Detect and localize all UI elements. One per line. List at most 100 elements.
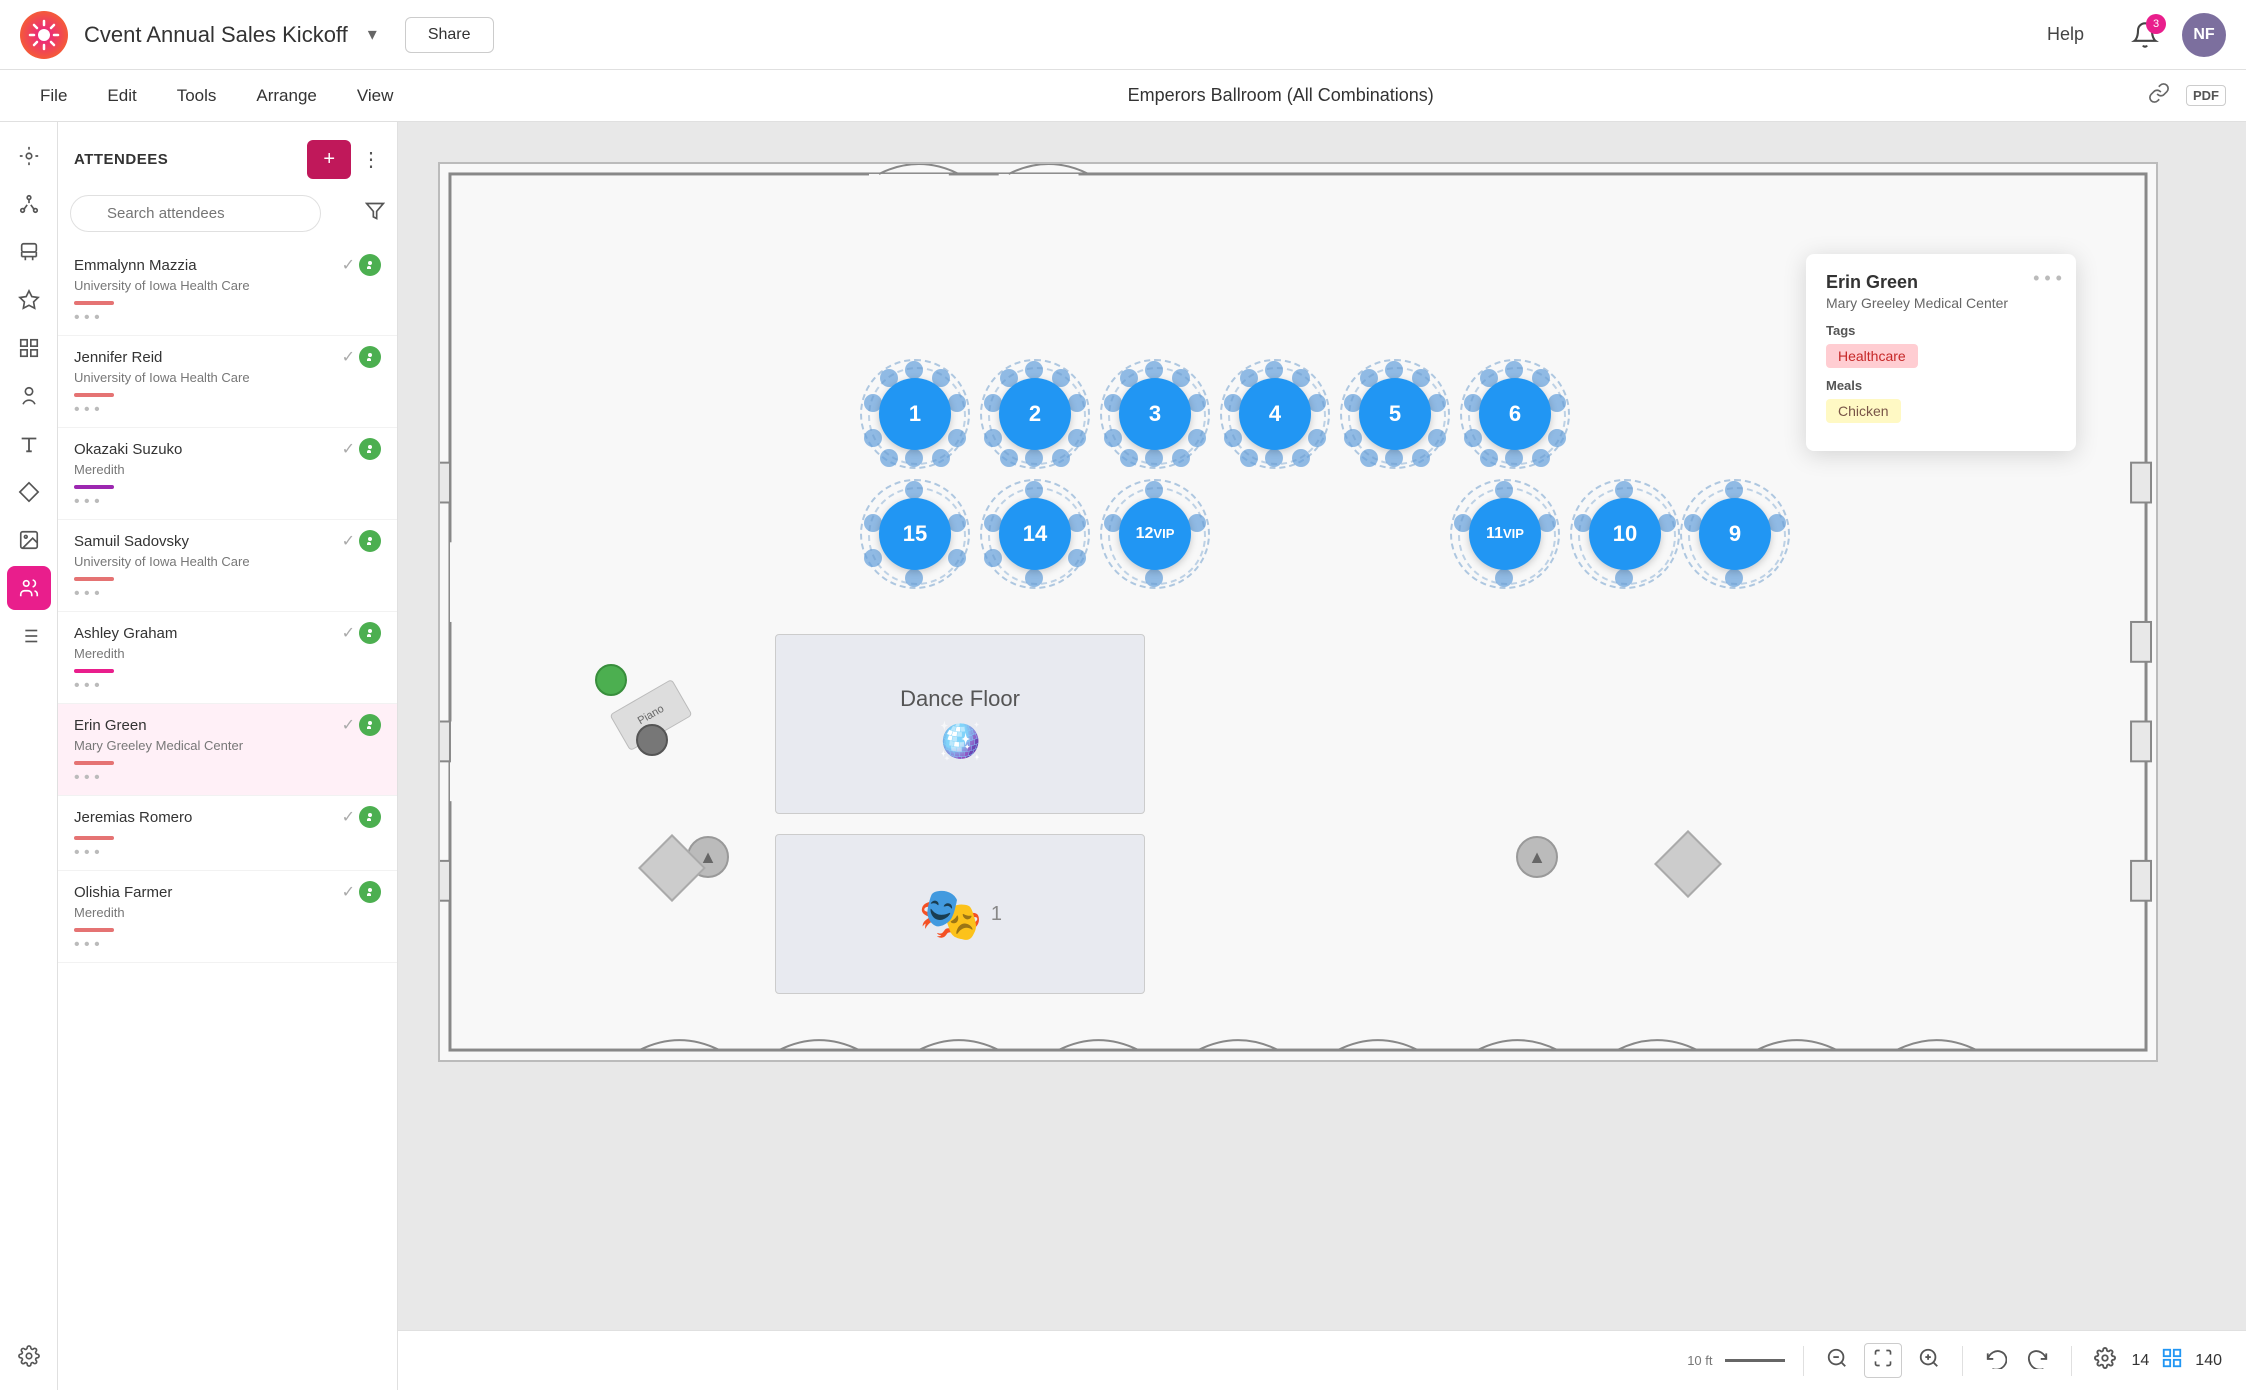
list-item[interactable]: Samuil Sadovsky ✓ University of Iowa Hea… (58, 520, 397, 612)
table-15[interactable]: 15 (860, 479, 970, 589)
list-item[interactable]: Okazaki Suzuko ✓ Meredith • • • (58, 428, 397, 520)
menu-file[interactable]: File (20, 70, 87, 121)
table-11-vip[interactable]: 11VIP (1450, 479, 1560, 589)
attendee-bar (74, 485, 114, 489)
tool-text[interactable] (7, 422, 51, 466)
popup-meal-chicken[interactable]: Chicken (1826, 399, 1901, 423)
list-item[interactable]: Erin Green ✓ Mary Greeley Medical Center… (58, 704, 397, 796)
attendee-org: University of Iowa Health Care (74, 278, 381, 293)
menu-edit[interactable]: Edit (87, 70, 156, 121)
table-14[interactable]: 14 (980, 479, 1090, 589)
pdf-icon[interactable]: PDF (2186, 85, 2226, 106)
list-item[interactable]: Emmalynn Mazzia ✓ University of Iowa Hea… (58, 244, 397, 336)
list-item[interactable]: Ashley Graham ✓ Meredith • • • (58, 612, 397, 704)
tool-ruler[interactable] (7, 470, 51, 514)
tool-image[interactable] (7, 518, 51, 562)
title-dropdown-arrow[interactable]: ▾ (368, 24, 377, 45)
table-4[interactable]: 4 (1220, 359, 1330, 469)
redo-button[interactable] (2023, 1343, 2053, 1379)
list-item[interactable]: Jennifer Reid ✓ University of Iowa Healt… (58, 336, 397, 428)
table-10[interactable]: 10 (1570, 479, 1680, 589)
table-number: 14 (999, 498, 1071, 570)
table-3[interactable]: 3 (1100, 359, 1210, 469)
filter-button[interactable] (365, 201, 385, 227)
attendee-more[interactable]: • • • (74, 844, 381, 862)
search-row: 🔍 (58, 191, 397, 244)
attendee-bar (74, 301, 114, 305)
add-attendee-button[interactable]: + (307, 140, 351, 179)
popup-tag-healthcare[interactable]: Healthcare (1826, 344, 1918, 368)
link-icon[interactable] (2148, 82, 2170, 110)
tool-star[interactable] (7, 278, 51, 322)
tool-chair[interactable] (7, 230, 51, 274)
tool-person[interactable] (7, 374, 51, 418)
undo-button[interactable] (1981, 1343, 2011, 1379)
popup-more-icon[interactable]: • • • (2033, 268, 2062, 289)
avatar[interactable]: NF (2182, 13, 2226, 57)
tool-list[interactable] (7, 614, 51, 658)
attendee-more[interactable]: • • • (74, 677, 381, 695)
attendee-more[interactable]: • • • (74, 309, 381, 327)
panel-title: ATTENDEES (74, 151, 297, 168)
attendees-panel: ATTENDEES + ⋮ 🔍 Emmalynn Mazzia ✓ (58, 122, 398, 1390)
popup-attendee-name: Erin Green (1826, 272, 2056, 293)
check-icon: ✓ (342, 623, 355, 643)
search-input[interactable] (70, 195, 321, 232)
check-icon: ✓ (342, 715, 355, 735)
attendee-more[interactable]: • • • (74, 769, 381, 787)
table-9[interactable]: 9 (1680, 479, 1790, 589)
attendee-name: Erin Green (74, 717, 147, 734)
tool-people-active[interactable] (7, 566, 51, 610)
attendee-more[interactable]: • • • (74, 585, 381, 603)
table-12-vip[interactable]: 12VIP (1100, 479, 1210, 589)
table-number: 6 (1479, 378, 1551, 450)
tool-cursor[interactable] (7, 134, 51, 178)
panel-header: ATTENDEES + ⋮ (58, 122, 397, 191)
more-options-button[interactable]: ⋮ (361, 147, 381, 172)
help-link[interactable]: Help (2047, 24, 2084, 45)
attendee-org: Meredith (74, 462, 381, 477)
attendee-bar (74, 928, 114, 932)
zoom-in-button[interactable] (1914, 1343, 1944, 1379)
person-marker (595, 664, 627, 696)
attendee-bar (74, 761, 114, 765)
layout-settings-button[interactable] (2090, 1343, 2120, 1379)
list-item[interactable]: Jeremias Romero ✓ • • • (58, 796, 397, 871)
notifications-button[interactable]: 3 (2124, 14, 2166, 56)
attendee-icons: ✓ (342, 806, 381, 828)
logo-icon (20, 11, 68, 59)
table-number: 11VIP (1469, 498, 1541, 570)
attendee-name: Ashley Graham (74, 625, 177, 642)
tool-settings[interactable] (7, 1334, 51, 1378)
popup-tags-label: Tags (1826, 323, 2056, 338)
canvas-area[interactable]: 1 (398, 122, 2246, 1390)
attendee-icons: ✓ (342, 530, 381, 552)
zoom-fit-button[interactable] (1864, 1343, 1902, 1378)
attendee-bar (74, 577, 114, 581)
attendee-more[interactable]: • • • (74, 401, 381, 419)
attendee-org: University of Iowa Health Care (74, 554, 381, 569)
attendee-more[interactable]: • • • (74, 493, 381, 511)
table-6[interactable]: 6 (1460, 359, 1570, 469)
table-view-button[interactable] (2161, 1347, 2183, 1375)
attendee-popup[interactable]: • • • Erin Green Mary Greeley Medical Ce… (1806, 254, 2076, 451)
menu-view[interactable]: View (337, 70, 414, 121)
floorplan[interactable]: 1 (438, 162, 2158, 1062)
assigned-badge (359, 530, 381, 552)
share-button[interactable]: Share (405, 17, 494, 53)
table-1[interactable]: 1 (860, 359, 970, 469)
table-5[interactable]: 5 (1340, 359, 1450, 469)
attendee-icons: ✓ (342, 622, 381, 644)
tool-network[interactable] (7, 182, 51, 226)
room-title: Emperors Ballroom (All Combinations) (413, 85, 2148, 106)
attendee-more[interactable]: • • • (74, 936, 381, 954)
attendee-name: Samuil Sadovsky (74, 533, 189, 550)
speaker-marker-2: ▲ (1516, 836, 1558, 878)
menu-tools[interactable]: Tools (157, 70, 237, 121)
list-item[interactable]: Olishia Farmer ✓ Meredith • • • (58, 871, 397, 963)
zoom-out-button[interactable] (1822, 1343, 1852, 1379)
stage-area: 🎭 1 (775, 834, 1145, 994)
tool-grid[interactable] (7, 326, 51, 370)
table-2[interactable]: 2 (980, 359, 1090, 469)
menu-arrange[interactable]: Arrange (236, 70, 336, 121)
